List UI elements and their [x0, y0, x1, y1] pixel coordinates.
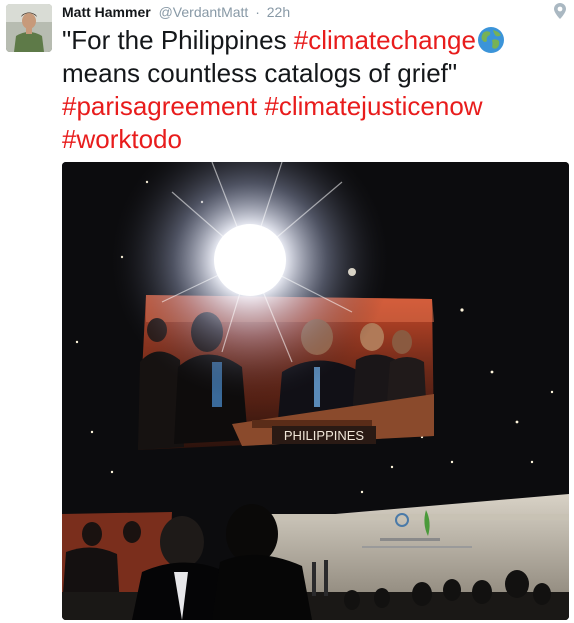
author-name[interactable]: Matt Hammer — [62, 4, 151, 20]
country-placard: PHILIPPINES — [272, 426, 376, 444]
tweet-timestamp[interactable]: 22h — [267, 4, 290, 20]
hashtag-worktodo[interactable]: #worktodo — [62, 124, 182, 154]
hashtag-climatechange[interactable]: #climatechange — [294, 25, 476, 55]
author-handle[interactable]: @VerdantMatt — [159, 4, 249, 20]
tweet-photo[interactable]: PHILIPPINES — [62, 162, 569, 620]
tweet-text: "For the Philippines #climatechange mean… — [62, 24, 562, 156]
location-pin-icon[interactable] — [554, 3, 566, 19]
tweet[interactable]: Matt Hammer @VerdantMatt · 22h "For the … — [0, 0, 574, 623]
tweet-header: Matt Hammer @VerdantMatt · 22h — [62, 3, 290, 21]
earth-globe-icon — [477, 27, 504, 53]
hashtag-climatejusticenow[interactable]: #climatejusticenow — [264, 91, 482, 121]
tweet-text-line2: means countless catalogs of grief" — [62, 58, 458, 88]
separator-dot: · — [255, 4, 260, 20]
hashtag-parisagreement[interactable]: #parisagreement — [62, 91, 257, 121]
tweet-text-line1: "For the Philippines — [62, 25, 294, 55]
country-placard-label: PHILIPPINES — [284, 428, 365, 443]
avatar[interactable] — [6, 4, 52, 52]
